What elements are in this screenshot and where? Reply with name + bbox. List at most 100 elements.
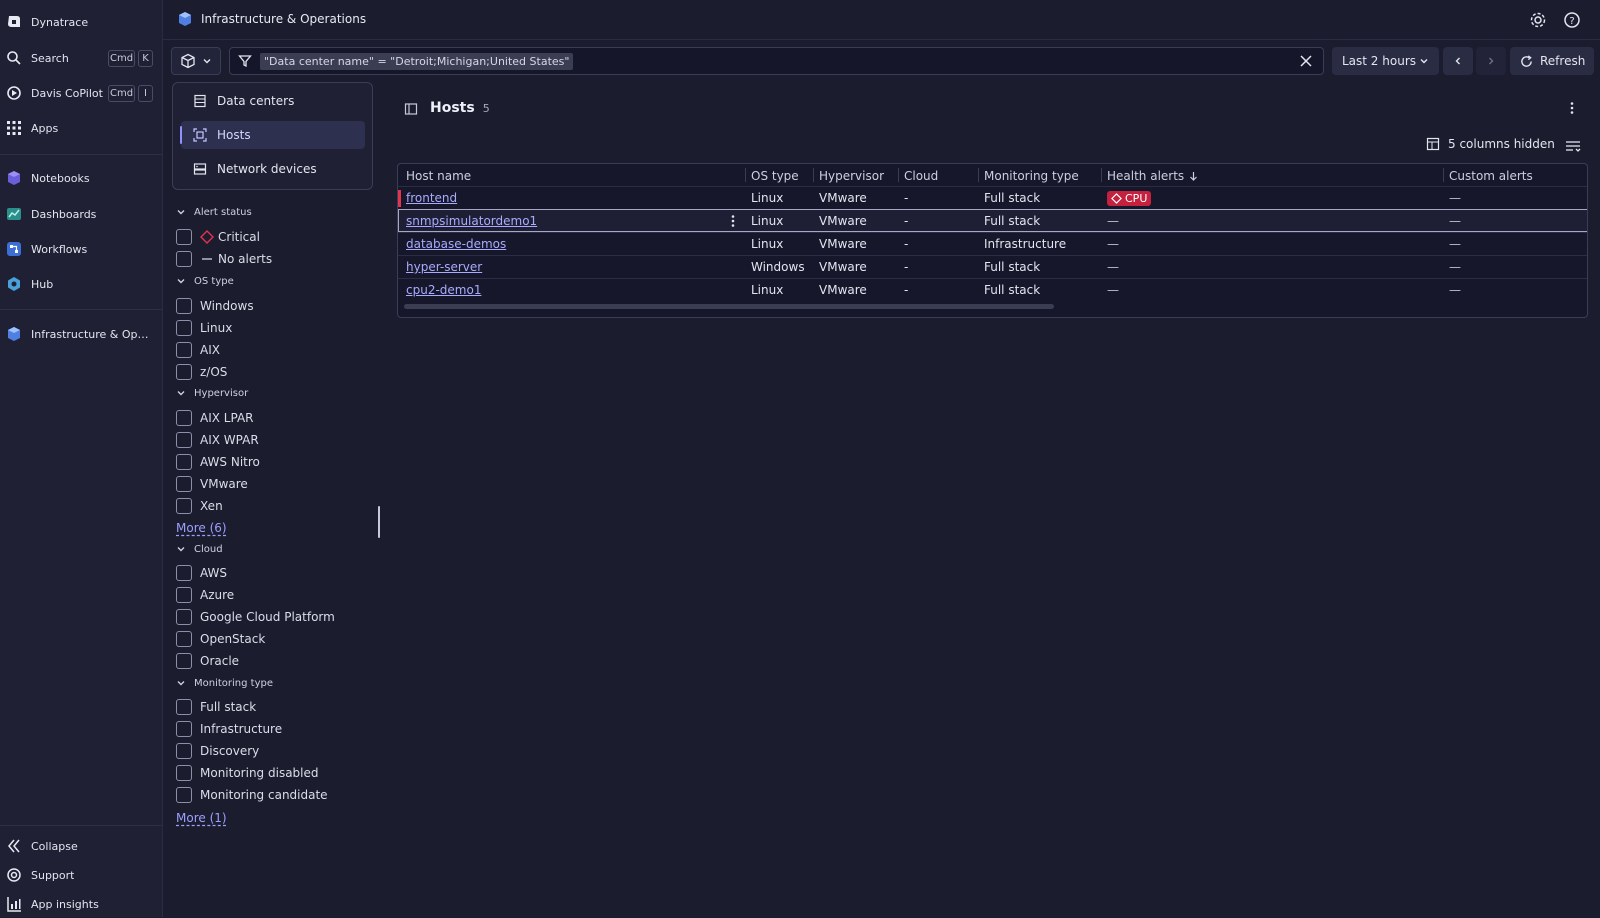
checkbox[interactable] [176,476,192,492]
category-network-devices[interactable]: Network devices [181,155,365,183]
facet-option-linux[interactable]: Linux [176,318,232,338]
table-settings-icon[interactable] [1565,139,1581,153]
toggle-sidebar-icon[interactable] [404,102,418,116]
table-row[interactable]: snmpsimulatordemo1 Linux VMware - Full s… [398,209,1587,232]
facet-option-aix-wpar[interactable]: AIX WPAR [176,430,259,450]
facet-option-aix-lpar[interactable]: AIX LPAR [176,408,253,428]
facet-option-oracle[interactable]: Oracle [176,651,239,671]
next-timeframe-button[interactable] [1476,47,1506,75]
category-data-centers[interactable]: Data centers [181,87,365,115]
facet-option-vmware[interactable]: VMware [176,474,248,494]
checkbox[interactable] [176,342,192,358]
filter-bar[interactable]: "Data center name" = "Detroit;Michigan;U… [229,47,1324,75]
facet-option-critical[interactable]: Critical [176,227,260,247]
host-link[interactable]: snmpsimulatordemo1 [406,214,537,228]
segment-selector-button[interactable] [171,47,221,75]
hidden-columns-button[interactable]: 5 columns hidden [1426,137,1555,151]
column-header-hypervisor[interactable]: Hypervisor [813,164,898,187]
column-header-cloud[interactable]: Cloud [898,164,978,187]
nav-item-apps[interactable]: Apps [0,114,163,142]
host-link[interactable]: cpu2-demo1 [406,283,481,297]
clear-filter-close-icon[interactable] [1299,54,1313,68]
more-options-icon[interactable] [1565,101,1579,115]
checkbox[interactable] [176,298,192,314]
facet-option-xen[interactable]: Xen [176,496,223,516]
table-row[interactable]: cpu2-demo1 Linux VMware - Full stack — — [398,278,1587,301]
row-actions-icon[interactable] [725,213,741,229]
category-hosts[interactable]: Hosts [180,121,365,149]
checkbox[interactable] [176,410,192,426]
facet-option-windows[interactable]: Windows [176,296,254,316]
table-row[interactable]: database-demos Linux VMware - Infrastruc… [398,232,1587,255]
nav-item-dashboards[interactable]: Dashboards [0,200,163,228]
facet-header-os-type[interactable]: OS type [176,272,234,290]
checkbox[interactable] [176,498,192,514]
hypervisor-more-link[interactable]: More (6) [176,521,227,535]
nav-item-dynatrace[interactable]: Dynatrace [0,8,163,36]
facet-option-full-stack[interactable]: Full stack [176,697,256,717]
facet-header-monitoring-type[interactable]: Monitoring type [176,674,273,692]
previous-timeframe-button[interactable] [1443,47,1473,75]
filter-expression[interactable]: "Data center name" = "Detroit;Michigan;U… [260,52,574,70]
nav-item-infrastructure-operations[interactable]: Infrastructure & Operati... [0,320,163,348]
column-header-health-alerts[interactable]: Health alerts [1101,164,1443,187]
checkbox[interactable] [176,320,192,336]
nav-item-app-insights[interactable]: App insights [0,890,163,918]
checkbox[interactable] [176,765,192,781]
facet-header-cloud[interactable]: Cloud [176,540,223,558]
facet-header-hypervisor[interactable]: Hypervisor [176,384,248,402]
checkbox[interactable] [176,609,192,625]
column-header-custom-alerts[interactable]: Custom alerts [1443,164,1587,187]
facet-option-zos[interactable]: z/OS [176,362,227,382]
checkbox[interactable] [176,699,192,715]
checkbox[interactable] [176,454,192,470]
facet-option-gcp[interactable]: Google Cloud Platform [176,607,335,627]
facet-option-no-alerts[interactable]: No alerts [176,249,272,269]
table-row[interactable]: frontend Linux VMware - Full stack CPU — [398,186,1587,209]
checkbox[interactable] [176,432,192,448]
checkbox[interactable] [176,653,192,669]
host-link[interactable]: frontend [406,191,457,205]
nav-item-collapse[interactable]: Collapse [0,832,163,860]
column-header-label: Hypervisor [819,168,885,183]
nav-item-workflows[interactable]: Workflows [0,235,163,263]
health-alert-badge[interactable]: CPU [1107,190,1152,206]
facet-option-aix[interactable]: AIX [176,340,220,360]
facet-header-alert-status[interactable]: Alert status [176,203,252,221]
timeframe-selector[interactable]: Last 2 hours [1332,47,1439,75]
facet-option-aws-nitro[interactable]: AWS Nitro [176,452,260,472]
facet-option-openstack[interactable]: OpenStack [176,629,265,649]
segment-cube-icon [180,53,196,69]
monitoring-type-more-link[interactable]: More (1) [176,811,227,825]
facet-option-aws[interactable]: AWS [176,563,227,583]
checkbox[interactable] [176,565,192,581]
nav-item-hub[interactable]: Hub [0,270,163,298]
column-header-os-type[interactable]: OS type [745,164,813,187]
checkbox[interactable] [176,721,192,737]
nav-item-support[interactable]: Support [0,861,163,889]
column-header-monitoring-type[interactable]: Monitoring type [978,164,1101,187]
checkbox[interactable] [176,251,192,267]
host-link[interactable]: hyper-server [406,260,482,274]
panel-resize-handle[interactable] [378,506,380,538]
host-link[interactable]: database-demos [406,237,506,251]
facet-option-discovery[interactable]: Discovery [176,741,259,761]
checkbox[interactable] [176,364,192,380]
checkbox[interactable] [176,631,192,647]
facet-option-monitoring-candidate[interactable]: Monitoring candidate [176,785,328,805]
facet-option-infrastructure[interactable]: Infrastructure [176,719,282,739]
settings-gear-icon[interactable] [1529,11,1547,29]
host-count: 5 [482,102,490,115]
refresh-button[interactable]: Refresh [1510,47,1594,75]
nav-item-notebooks[interactable]: Notebooks [0,164,163,192]
checkbox[interactable] [176,743,192,759]
table-row[interactable]: hyper-server Windows VMware - Full stack… [398,255,1587,278]
checkbox[interactable] [176,587,192,603]
horizontal-scrollbar[interactable] [404,304,1054,309]
facet-option-azure[interactable]: Azure [176,585,234,605]
column-header-host-name[interactable]: Host name [400,164,745,187]
help-icon[interactable]: ? [1563,11,1581,29]
checkbox[interactable] [176,229,192,245]
checkbox[interactable] [176,787,192,803]
facet-option-monitoring-disabled[interactable]: Monitoring disabled [176,763,319,783]
